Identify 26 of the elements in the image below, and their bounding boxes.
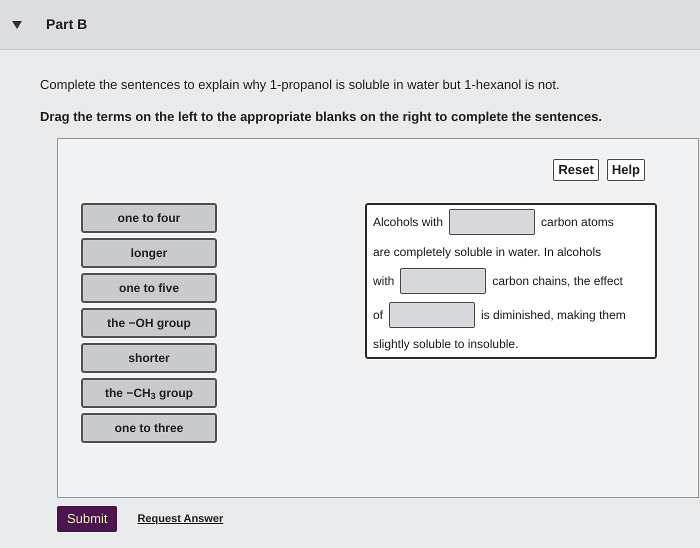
instructions: Complete the sentences to explain why 1-propanol is soluble in water but 1-hexanol is not. — [40, 76, 561, 94]
term-tile[interactable]: the −OH group — [81, 308, 217, 338]
drop-blank[interactable] — [389, 302, 476, 328]
help-button[interactable]: Help — [606, 159, 645, 181]
drop-blank[interactable] — [400, 268, 486, 294]
drop-blank[interactable] — [449, 209, 536, 235]
term-tile[interactable]: longer — [81, 238, 217, 268]
collapse-caret-icon[interactable] — [12, 20, 22, 28]
submit-button[interactable]: Submit — [57, 506, 118, 532]
sentence-text: carbon atoms — [541, 214, 614, 231]
sentence-text: carbon chains, the effect — [492, 273, 623, 290]
term-tile[interactable]: one to three — [81, 413, 217, 443]
term-tile[interactable]: one to four — [81, 203, 217, 233]
sentence-text: of — [373, 306, 384, 324]
term-tile[interactable]: one to five — [81, 273, 217, 303]
sentence-text: Alcohols with — [373, 214, 444, 231]
directions: Drag the terms on the left to the appropriate blanks on the right to complete the sentences. — [40, 108, 603, 126]
sentence-text: with — [373, 273, 394, 290]
sentence-text: slightly soluble to insoluble. — [373, 336, 518, 353]
term-tile[interactable]: the −CH$_{3}$ group — [81, 378, 217, 408]
sentence-text: is diminished, making them — [481, 306, 626, 324]
sentence-text: are completely soluble in water. In alcohols — [373, 244, 602, 260]
request-answer-link[interactable]: Request Answer — [137, 510, 224, 528]
term-tile[interactable]: shorter — [81, 343, 217, 373]
reset-button[interactable]: Reset — [553, 159, 599, 181]
part-title: Part B — [46, 15, 88, 34]
